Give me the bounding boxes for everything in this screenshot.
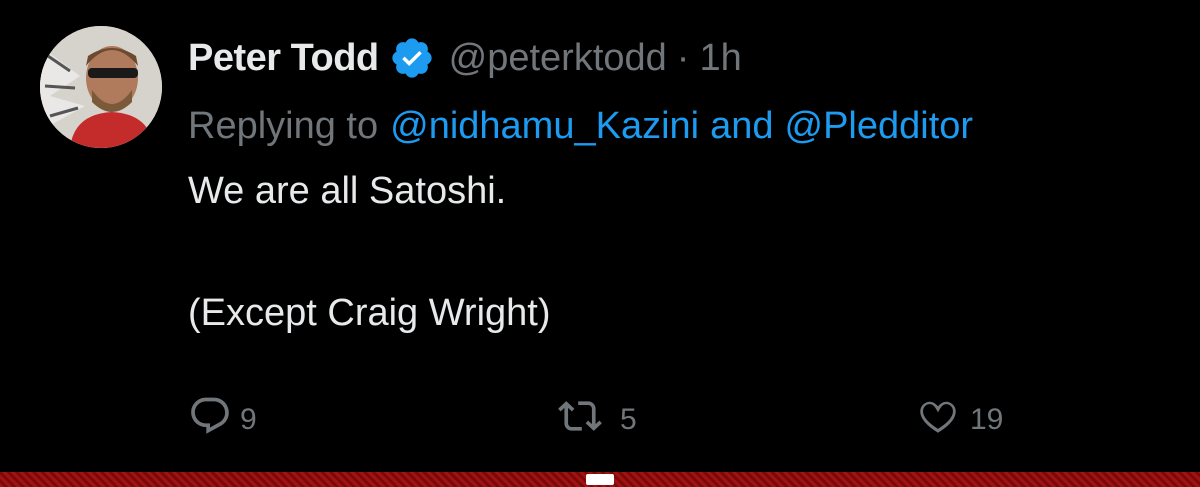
retweet-arrows-icon bbox=[548, 394, 620, 446]
replying-to: Replying to @nidhamu_Kazini and @Pleddit… bbox=[188, 100, 973, 152]
replying-prefix: Replying to bbox=[188, 104, 379, 147]
replying-conjunction: and bbox=[710, 104, 774, 147]
reply-mention-link[interactable]: @Pledditor bbox=[785, 105, 974, 148]
retweet-count: 5 bbox=[620, 403, 637, 436]
heart-icon bbox=[914, 394, 970, 446]
user-handle[interactable]: @peterktodd bbox=[449, 37, 667, 80]
like-button[interactable]: 19 bbox=[914, 394, 1003, 446]
tweet-card: Peter Todd @peterktodd · 1h Replying to … bbox=[0, 0, 1200, 472]
separator-dot: · bbox=[676, 36, 690, 79]
reply-mention-link[interactable]: @nidhamu_Kazini bbox=[390, 105, 699, 148]
watermark-logo bbox=[586, 474, 614, 485]
action-bar: 9 5 19 bbox=[0, 392, 1200, 442]
tweet-text-line: We are all Satoshi. bbox=[188, 170, 507, 212]
tweet-header: Peter Todd @peterktodd · 1h bbox=[188, 30, 742, 86]
retweet-button[interactable]: 5 bbox=[548, 394, 637, 446]
bottom-border-bar bbox=[0, 472, 1200, 487]
avatar[interactable] bbox=[40, 26, 162, 148]
reply-count: 9 bbox=[240, 403, 257, 436]
verified-badge-icon bbox=[389, 35, 435, 81]
reply-button[interactable]: 9 bbox=[188, 394, 257, 446]
speech-bubble-icon bbox=[188, 394, 240, 446]
display-name[interactable]: Peter Todd bbox=[188, 37, 379, 80]
tweet-text-line: (Except Craig Wright) bbox=[188, 292, 551, 334]
like-count: 19 bbox=[970, 403, 1004, 436]
timestamp[interactable]: 1h bbox=[699, 37, 741, 80]
